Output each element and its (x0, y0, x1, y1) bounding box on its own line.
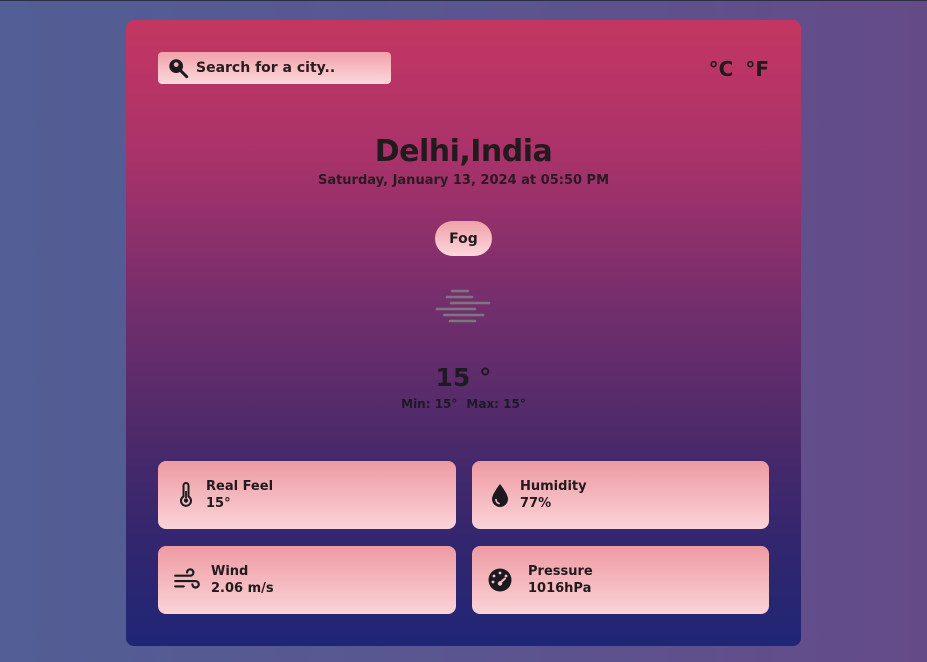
search-bar[interactable] (158, 52, 391, 84)
real-feel-label: Real Feel (206, 479, 274, 494)
pressure-label: Pressure (528, 564, 593, 579)
wind-tile: Wind 2.06 m/s (158, 546, 456, 614)
search-input[interactable] (196, 60, 376, 76)
date-time: Saturday, January 13, 2024 at 05:50 PM (317, 173, 610, 188)
real-feel-value: 15° (206, 496, 231, 511)
wind-value: 2.06 m/s (211, 581, 274, 596)
min-temperature: Min: 15° (401, 397, 458, 411)
condition-label: Fog (449, 230, 478, 247)
weather-card: °C °F Delhi,India Saturday, January 13, … (126, 20, 801, 646)
celsius-button[interactable]: °C (709, 57, 734, 81)
current-temperature: 15 ° (435, 363, 492, 392)
gauge-icon (488, 568, 512, 592)
min-max-temperature: Min: 15° Max: 15° (126, 397, 801, 411)
max-temperature: Max: 15° (466, 397, 526, 411)
condition-badge: Fog (435, 221, 492, 256)
pressure-value: 1016hPa (528, 581, 592, 596)
humidity-tile: Humidity 77% (472, 461, 769, 529)
humidity-value: 77% (520, 496, 552, 511)
fog-icon (435, 289, 491, 323)
droplet-icon (492, 484, 508, 507)
fahrenheit-button[interactable]: °F (745, 57, 769, 81)
wind-icon (174, 568, 200, 589)
pressure-tile: Pressure 1016hPa (472, 546, 769, 614)
wind-label: Wind (211, 564, 249, 579)
humidity-label: Humidity (520, 479, 587, 494)
city-name: Delhi,India (374, 134, 553, 169)
thermometer-icon (180, 482, 192, 507)
search-location-icon[interactable] (167, 57, 189, 79)
real-feel-tile: Real Feel 15° (158, 461, 456, 529)
unit-toggle: °C °F (709, 57, 769, 81)
